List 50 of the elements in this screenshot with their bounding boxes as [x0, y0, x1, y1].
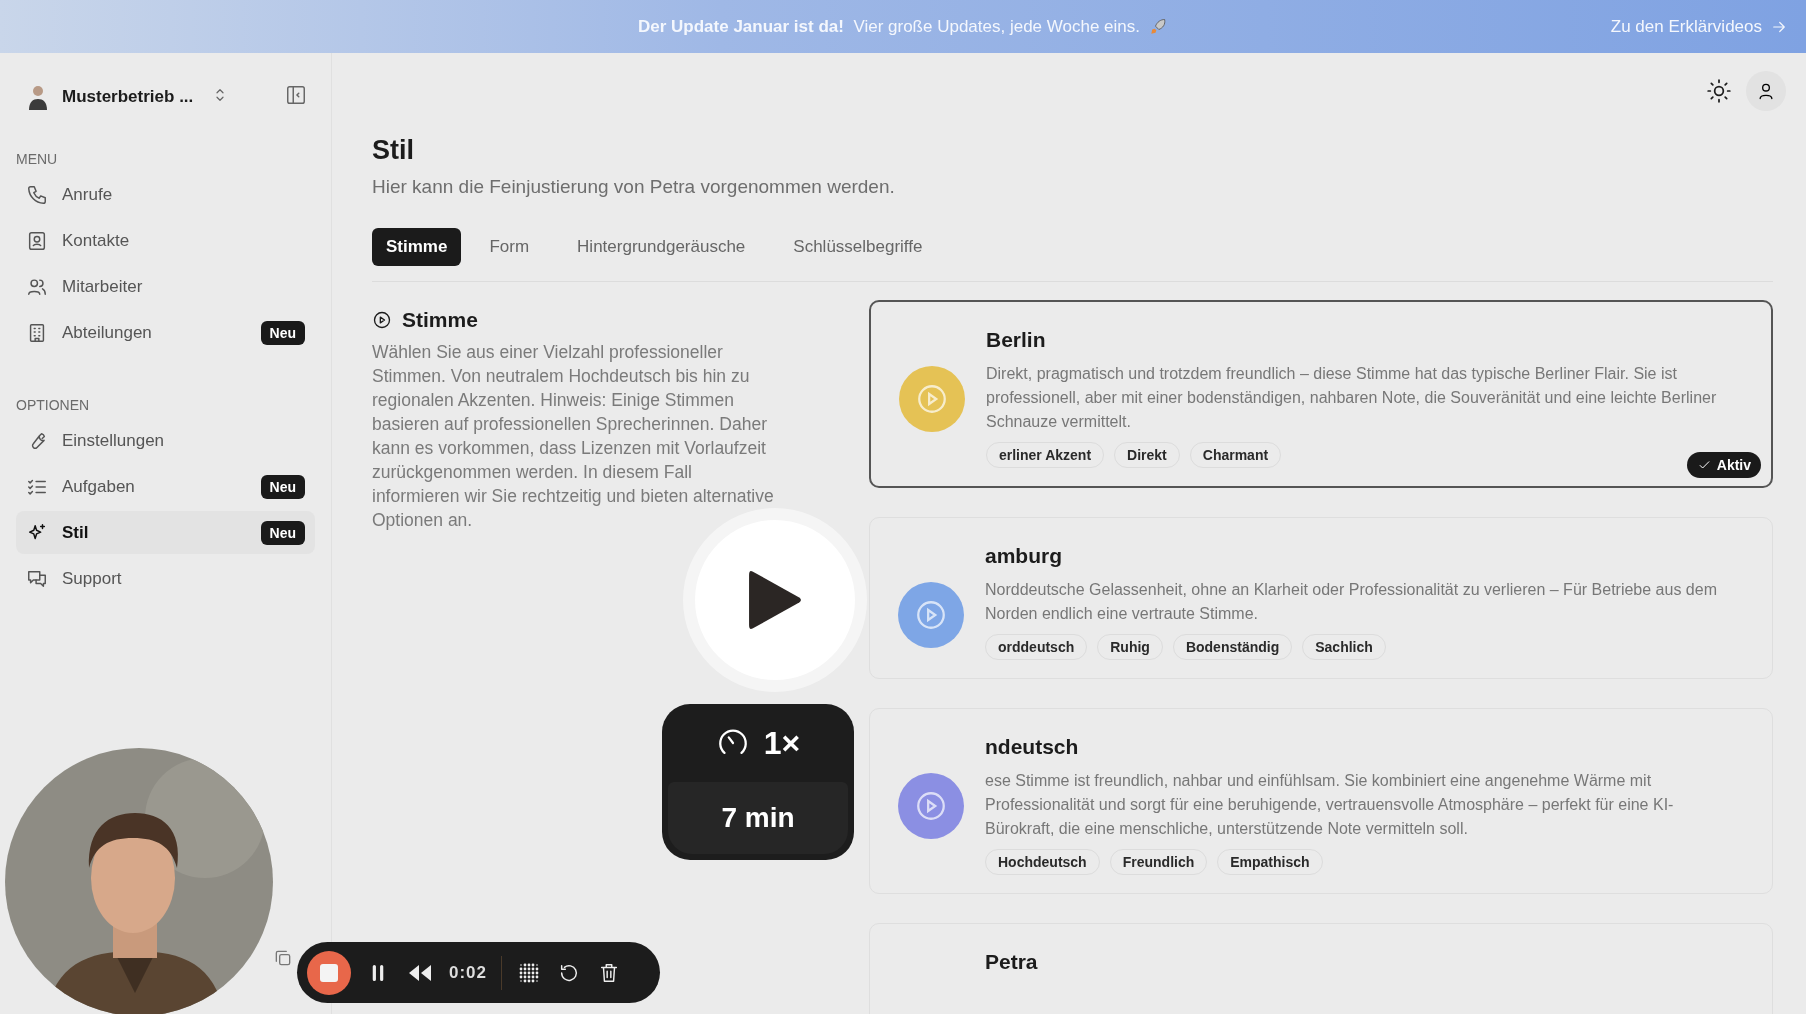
- sidebar-toggle-icon: [285, 84, 307, 106]
- voice-title: ndeutsch: [985, 735, 1080, 759]
- voice-card[interactable]: [869, 300, 1773, 488]
- sidebar-item[interactable]: Einstellungen: [16, 419, 315, 462]
- page-subtitle: Hier kann die Feinjustierung von Petra vorgenommen werden.: [372, 176, 896, 198]
- voice-title: Petra: [985, 950, 1039, 974]
- voice-title: amburg: [985, 544, 1063, 568]
- sidebar-item[interactable]: Abteilungen Neu: [16, 311, 315, 354]
- play-circle-icon: [372, 310, 392, 330]
- copy-icon: [273, 948, 293, 968]
- tab[interactable]: Form: [469, 228, 550, 266]
- avatar-icon: [26, 84, 50, 110]
- phone-icon: [26, 183, 48, 206]
- active-badge: Aktiv: [1686, 452, 1761, 478]
- playback-speed[interactable]: 1×: [763, 724, 801, 762]
- sidebar-item[interactable]: Aufgaben Neu: [16, 465, 315, 508]
- play-icon: [747, 568, 803, 632]
- video-duration: 7 min: [668, 782, 848, 854]
- voice-title: Berlin: [986, 328, 1047, 352]
- sidebar-item[interactable]: Support: [16, 557, 315, 600]
- voice-card[interactable]: Petra: [869, 923, 1773, 1014]
- section-description: Wählen Sie aus einer Vielzahl professioneller Stimmen. Von neutralem Hochdeutsch bis hin zu regionalen Akzenten. Hinweis: Einige Stimmen basieren auf professionellen Sprecherinnen. Daher kann es vorkommen, dass Lizenzen mit Vorlaufzeit zurückgenommen werden. In diesem Fall informieren wir Sie rechtzeitig und bieten alternative Optionen an.: [372, 341, 775, 532]
- stop-recording-button[interactable]: [307, 950, 351, 995]
- sidebar-item[interactable]: Mitarbeiter: [16, 265, 315, 308]
- account-name[interactable]: Musterbetrieb ...: [62, 87, 194, 107]
- user-button[interactable]: [1746, 71, 1786, 111]
- banner-text: Der Update Januar ist da! Vier große Updates, jede Woche eins.: [637, 16, 1141, 37]
- section-title: Stimme: [402, 308, 478, 332]
- sidebar-item[interactable]: Anrufe: [16, 173, 315, 216]
- play-circle-icon: [914, 598, 948, 632]
- voice-description: Norddeutsche Gelassenheit, ohne an Klarheit oder Professionalität zu verlieren – Für Betriebe aus dem Norden endlich eine vertraute Stimme.: [985, 580, 1718, 624]
- tab[interactable]: Schlüsselbegriffe: [773, 228, 943, 266]
- new-badge: Neu: [260, 520, 305, 545]
- section-label: OPTIONEN: [16, 397, 91, 413]
- new-badge: Neu: [260, 320, 305, 345]
- voice-card[interactable]: amburg Norddeutsche Gelassenheit, ohne an Klarheit oder Professionalität zu verlieren – Für Betriebe aus dem Norden endlich eine vertraute Stimme. orddeutsch Ruhig Bodenständig Sachlich: [869, 517, 1773, 679]
- sun-icon: [1706, 78, 1732, 104]
- play-circle-icon: [914, 789, 948, 823]
- page-title: Stil: [372, 135, 415, 166]
- voice-description: Direkt, pragmatisch und trotzdem freundlich – diese Stimme hat das typische Berliner Flair. Sie ist professionell, aber mit einer bodenständigen, nahbaren Note, die Souveränität und eine leichte Berliner Schnauze vermittelt.: [986, 364, 1718, 432]
- sidebar-item[interactable]: Kontakte: [16, 219, 315, 262]
- voice-description: ese Stimme ist freundlich, nahbar und einfühlsam. Sie kombiniert eine angenehme Wärme mit Professionalität und sorgt für eine beruhigende, vertrauensvolle Atmosphäre – perfekt für eine KI-Bürokraft, die eine menschliche, unterstützende Note vermitteln soll.: [985, 771, 1675, 839]
- sidebar-item[interactable]: Stil Neu: [16, 511, 315, 554]
- recording-time: 0:02: [449, 962, 488, 983]
- new-badge: Neu: [260, 474, 305, 499]
- play-circle-icon: [915, 382, 949, 416]
- section-label: MENU: [16, 151, 59, 167]
- tab[interactable]: Stimme: [372, 228, 462, 266]
- contact-card-icon: [26, 229, 48, 252]
- tab[interactable]: Hintergrundgeräusche: [557, 228, 766, 266]
